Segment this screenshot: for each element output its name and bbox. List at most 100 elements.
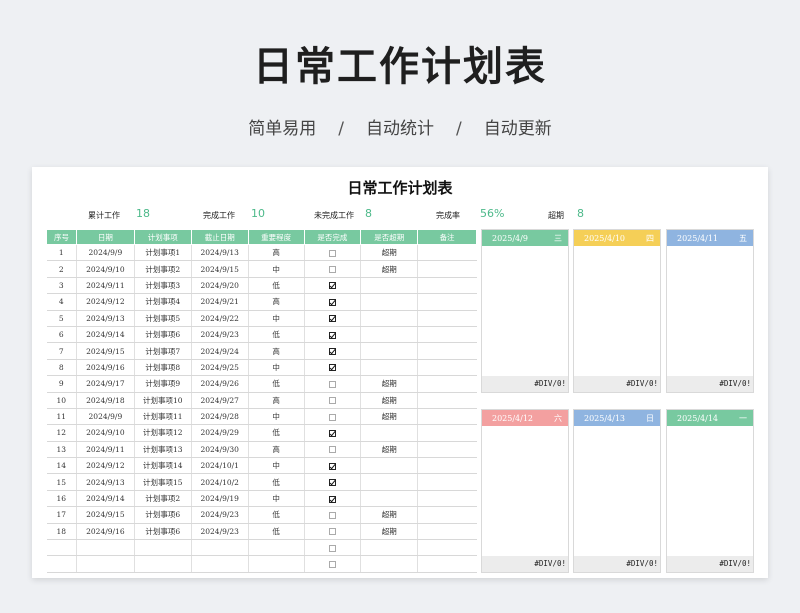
cell-no[interactable]: 16: [46, 490, 77, 508]
cell-date[interactable]: [76, 539, 135, 557]
cell-no[interactable]: 13: [46, 441, 77, 459]
cell-overdue[interactable]: [360, 539, 419, 557]
cell-item[interactable]: 计划事项9: [134, 375, 192, 393]
cell-no[interactable]: 15: [46, 473, 77, 491]
cell-level[interactable]: 低: [248, 277, 305, 295]
cell-date[interactable]: 2024/9/12: [76, 293, 135, 311]
cell-note[interactable]: [417, 473, 477, 491]
day-card[interactable]: 2025/4/10 四 #DIV/0!: [573, 229, 661, 393]
cell-no[interactable]: 14: [46, 457, 77, 475]
cell-done[interactable]: [304, 539, 362, 557]
cell-note[interactable]: [417, 359, 477, 377]
cell-due[interactable]: 2024/10/2: [191, 473, 249, 491]
cell-no[interactable]: 3: [46, 277, 77, 295]
cell-date[interactable]: 2024/9/16: [76, 359, 135, 377]
cell-item[interactable]: 计划事项3: [134, 277, 192, 295]
cell-no[interactable]: 9: [46, 375, 77, 393]
unchecked-checkbox[interactable]: [328, 446, 336, 454]
cell-done[interactable]: [304, 277, 362, 295]
day-card[interactable]: 2025/4/14 一 #DIV/0!: [666, 409, 754, 573]
cell-overdue[interactable]: [360, 555, 419, 573]
cell-done[interactable]: [304, 260, 362, 278]
cell-date[interactable]: 2024/9/17: [76, 375, 135, 393]
cell-no[interactable]: 11: [46, 408, 77, 426]
cell-note[interactable]: [417, 555, 477, 573]
unchecked-checkbox[interactable]: [328, 397, 336, 405]
cell-overdue[interactable]: 超期: [360, 523, 419, 541]
cell-level[interactable]: 高: [248, 342, 305, 360]
unchecked-checkbox[interactable]: [328, 380, 336, 388]
stat-rate-value[interactable]: 56%: [480, 207, 504, 220]
cell-level[interactable]: 高: [248, 392, 305, 409]
unchecked-checkbox[interactable]: [328, 561, 336, 569]
cell-overdue[interactable]: [360, 342, 419, 360]
cell-date[interactable]: 2024/9/10: [76, 424, 135, 442]
cell-no[interactable]: 4: [46, 293, 77, 311]
cell-overdue[interactable]: [360, 490, 419, 508]
cell-date[interactable]: 2024/9/11: [76, 441, 135, 459]
cell-overdue[interactable]: 超期: [360, 244, 419, 262]
cell-overdue[interactable]: 超期: [360, 441, 419, 459]
cell-overdue[interactable]: 超期: [360, 392, 419, 409]
cell-item[interactable]: 计划事项7: [134, 342, 192, 360]
cell-item[interactable]: 计划事项6: [134, 326, 192, 344]
cell-level[interactable]: [248, 555, 305, 573]
cell-overdue[interactable]: [360, 359, 419, 377]
cell-level[interactable]: 高: [248, 293, 305, 311]
cell-due[interactable]: 2024/9/21: [191, 293, 249, 311]
cell-level[interactable]: 低: [248, 326, 305, 344]
cell-due[interactable]: 2024/9/13: [191, 244, 249, 262]
cell-no[interactable]: 8: [46, 359, 77, 377]
cell-due[interactable]: 2024/9/25: [191, 359, 249, 377]
cell-no[interactable]: 10: [46, 392, 77, 409]
cell-note[interactable]: [417, 424, 477, 442]
cell-level[interactable]: [248, 539, 305, 557]
cell-overdue[interactable]: [360, 293, 419, 311]
cell-done[interactable]: [304, 473, 362, 491]
cell-note[interactable]: [417, 277, 477, 295]
cell-item[interactable]: [134, 555, 192, 573]
cell-item[interactable]: [134, 539, 192, 557]
cell-item[interactable]: 计划事项1: [134, 244, 192, 262]
unchecked-checkbox[interactable]: [328, 266, 336, 274]
cell-note[interactable]: [417, 506, 477, 524]
cell-due[interactable]: 2024/9/26: [191, 375, 249, 393]
cell-no[interactable]: 2: [46, 260, 77, 278]
cell-due[interactable]: 2024/9/19: [191, 490, 249, 508]
checked-checkbox[interactable]: [328, 495, 336, 503]
cell-note[interactable]: [417, 244, 477, 262]
cell-no[interactable]: 5: [46, 310, 77, 327]
cell-done[interactable]: [304, 310, 362, 327]
unchecked-checkbox[interactable]: [328, 413, 336, 421]
cell-item[interactable]: 计划事项15: [134, 473, 192, 491]
cell-no[interactable]: 18: [46, 523, 77, 541]
cell-no[interactable]: [46, 555, 77, 573]
cell-due[interactable]: 2024/9/23: [191, 506, 249, 524]
cell-date[interactable]: [76, 555, 135, 573]
cell-level[interactable]: 中: [248, 310, 305, 327]
cell-note[interactable]: [417, 539, 477, 557]
cell-note[interactable]: [417, 260, 477, 278]
day-card[interactable]: 2025/4/11 五 #DIV/0!: [666, 229, 754, 393]
cell-overdue[interactable]: [360, 326, 419, 344]
cell-item[interactable]: 计划事项6: [134, 506, 192, 524]
cell-done[interactable]: [304, 506, 362, 524]
col-header-overdue[interactable]: 是否超期: [360, 229, 419, 245]
checked-checkbox[interactable]: [328, 282, 336, 290]
cell-date[interactable]: 2024/9/13: [76, 310, 135, 327]
cell-done[interactable]: [304, 326, 362, 344]
cell-note[interactable]: [417, 342, 477, 360]
cell-done[interactable]: [304, 342, 362, 360]
cell-date[interactable]: 2024/9/12: [76, 457, 135, 475]
checked-checkbox[interactable]: [328, 331, 336, 339]
cell-level[interactable]: 高: [248, 441, 305, 459]
cell-note[interactable]: [417, 310, 477, 327]
cell-done[interactable]: [304, 424, 362, 442]
checked-checkbox[interactable]: [328, 479, 336, 487]
stat-overdue-value[interactable]: 8: [577, 207, 584, 220]
cell-done[interactable]: [304, 293, 362, 311]
cell-level[interactable]: 中: [248, 408, 305, 426]
unchecked-checkbox[interactable]: [328, 249, 336, 257]
cell-date[interactable]: 2024/9/9: [76, 244, 135, 262]
cell-item[interactable]: 计划事项11: [134, 408, 192, 426]
